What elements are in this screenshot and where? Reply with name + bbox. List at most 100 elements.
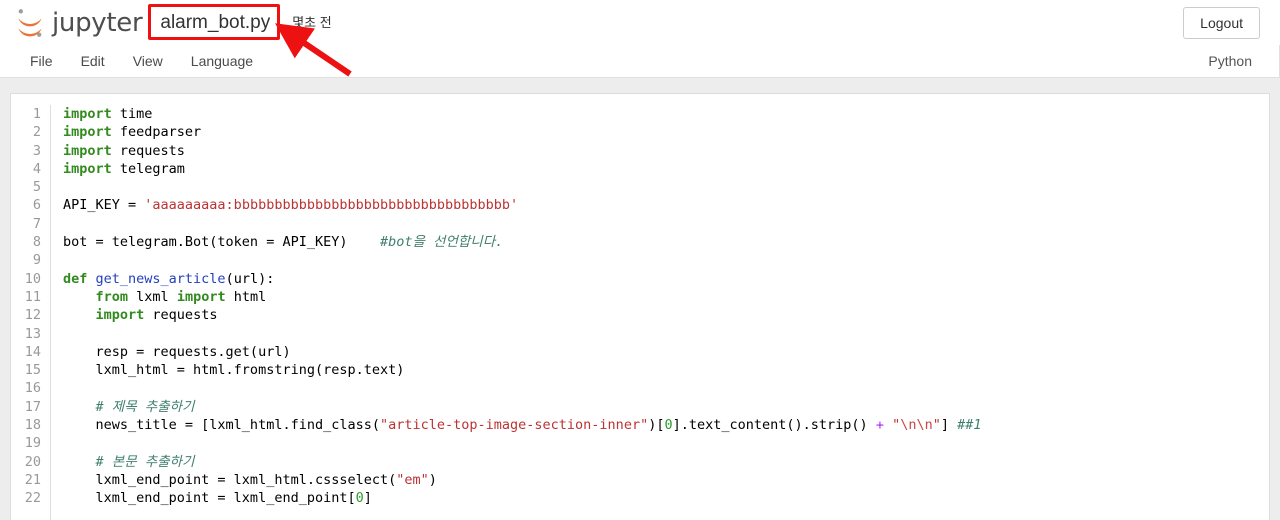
code-token: ) <box>428 471 437 488</box>
jupyter-logo[interactable]: jupyter <box>15 7 143 39</box>
code-token: import <box>95 307 145 324</box>
code-line[interactable]: import requests <box>63 306 1269 324</box>
code-token: lxml_end_point = lxml_html.cssselect( <box>63 471 397 488</box>
code-line[interactable] <box>63 325 1269 343</box>
code-line[interactable] <box>63 215 1269 233</box>
logout-button[interactable]: Logout <box>1183 6 1260 39</box>
line-number-gutter: 1 2 3 4 5 6 7 8 9 10 11 12 13 14 15 16 17 18 19 20 21 22 <box>11 105 51 520</box>
line-number: 9 <box>32 252 41 269</box>
code-token: 0 <box>664 417 673 434</box>
code-token: ##1 <box>957 417 982 434</box>
last-saved-label: 몇초 전 <box>292 15 332 30</box>
code-line[interactable]: bot = telegram.Bot(token = API_KEY) #bot… <box>63 233 1269 251</box>
line-number: 7 <box>32 215 41 232</box>
code-line[interactable]: lxml_end_point = lxml_html.cssselect("em… <box>63 471 1269 489</box>
line-number: 10 <box>24 270 41 287</box>
code-token: lxml <box>128 288 177 305</box>
code-token: from <box>95 288 129 305</box>
code-token: )[ <box>648 417 665 434</box>
app-header: jupyter alarm_bot.py 몇초 전 Logout <box>0 0 1280 45</box>
kernel-indicator[interactable]: Python <box>1208 53 1252 69</box>
code-token: # 제목 추출하기 <box>95 398 195 415</box>
code-line[interactable] <box>63 251 1269 269</box>
code-line[interactable] <box>63 178 1269 196</box>
menu-item-file[interactable]: File <box>16 47 67 75</box>
code-line[interactable]: import requests <box>63 142 1269 160</box>
code-line[interactable]: API_KEY = 'aaaaaaaaa:bbbbbbbbbbbbbbbbbbb… <box>63 196 1269 214</box>
code-line[interactable]: resp = requests.get(url) <box>63 343 1269 361</box>
menu-item-list: File Edit View Language <box>16 47 267 75</box>
code-line[interactable]: import time <box>63 105 1269 123</box>
code-token: bot = telegram.Bot(token = API_KEY) <box>63 234 380 251</box>
menu-item-edit[interactable]: Edit <box>67 47 119 75</box>
code-token: "em" <box>396 471 429 488</box>
menu-item-language[interactable]: Language <box>177 47 267 75</box>
code-area[interactable]: 1 2 3 4 5 6 7 8 9 10 11 12 13 14 15 16 17 18 19 20 21 22 impo… <box>11 94 1269 520</box>
code-token: html <box>225 288 267 305</box>
code-token: #bot을 선언합니다. <box>379 234 504 251</box>
line-number: 20 <box>24 453 41 470</box>
code-token: import <box>176 288 226 305</box>
code-token: 'aaaaaaaaa:bbbbbbbbbbbbbbbbbbbbbbbbbbbbb… <box>144 197 519 214</box>
notebook-filename[interactable]: alarm_bot.py <box>160 13 270 32</box>
code-line[interactable]: lxml_html = html.fromstring(resp.text) <box>63 361 1269 379</box>
line-number: 19 <box>24 435 41 452</box>
line-number: 21 <box>24 471 41 488</box>
code-line[interactable]: import telegram <box>63 160 1269 178</box>
code-token: import <box>63 160 112 177</box>
line-number: 13 <box>24 325 41 342</box>
code-token: "article-top-image-section-inner" <box>379 417 649 434</box>
code-token: ] <box>940 417 958 434</box>
code-token: time <box>111 106 153 122</box>
code-editor-panel[interactable]: 1 2 3 4 5 6 7 8 9 10 11 12 13 14 15 16 17 18 19 20 21 22 impo… <box>10 93 1270 520</box>
menu-bar: File Edit View Language Python <box>0 45 1280 78</box>
code-line[interactable]: def get_news_article(url): <box>63 270 1269 288</box>
code-line[interactable]: # 제목 추출하기 <box>63 398 1269 416</box>
code-token: feedparser <box>111 124 202 141</box>
code-token: (url): <box>225 270 275 287</box>
code-content[interactable]: import time import feedparser import reque… <box>51 105 1269 520</box>
code-token: import <box>63 124 112 141</box>
line-number: 12 <box>24 307 41 324</box>
line-number: 8 <box>32 234 41 251</box>
code-token: ].text_content().strip() <box>672 417 876 434</box>
code-token: + <box>875 417 884 434</box>
code-line[interactable]: # 본문 추출하기 <box>63 453 1269 471</box>
code-token: import <box>63 142 112 159</box>
code-token: import <box>63 106 112 122</box>
code-token: lxml_html = html.fromstring(resp.text) <box>63 362 405 379</box>
code-token: " <box>892 417 901 434</box>
line-number: 14 <box>24 343 41 360</box>
code-token: requests <box>111 142 185 159</box>
code-token: ] <box>363 490 372 507</box>
line-number: 22 <box>24 490 41 507</box>
brand-text: jupyter <box>52 7 143 38</box>
code-token: news_title = [lxml_html.find_class( <box>63 417 380 434</box>
code-line[interactable]: import feedparser <box>63 123 1269 141</box>
code-line[interactable]: lxml_end_point = lxml_end_point[0] <box>63 489 1269 507</box>
code-line[interactable]: from lxml import html <box>63 288 1269 306</box>
line-number: 16 <box>24 380 41 397</box>
code-token: API_KEY = <box>63 197 145 214</box>
line-number: 2 <box>32 124 41 141</box>
line-number: 5 <box>32 179 41 196</box>
menu-item-view[interactable]: View <box>119 47 177 75</box>
line-number: 18 <box>24 417 41 434</box>
code-line[interactable] <box>63 379 1269 397</box>
line-number: 17 <box>24 398 41 415</box>
code-line[interactable]: news_title = [lxml_html.find_class("arti… <box>63 416 1269 434</box>
jupyter-logo-icon <box>18 8 42 37</box>
line-number: 15 <box>24 362 41 379</box>
jupyter-editor-page: jupyter alarm_bot.py 몇초 전 Logout File Ed… <box>0 0 1280 520</box>
code-token: 0 <box>355 490 364 507</box>
line-number: 4 <box>32 160 41 177</box>
code-line[interactable] <box>63 434 1269 452</box>
header-actions: Logout <box>1183 6 1260 39</box>
line-number: 3 <box>32 142 41 159</box>
code-token: # 본문 추출하기 <box>95 453 195 470</box>
code-token: telegram <box>111 160 185 177</box>
